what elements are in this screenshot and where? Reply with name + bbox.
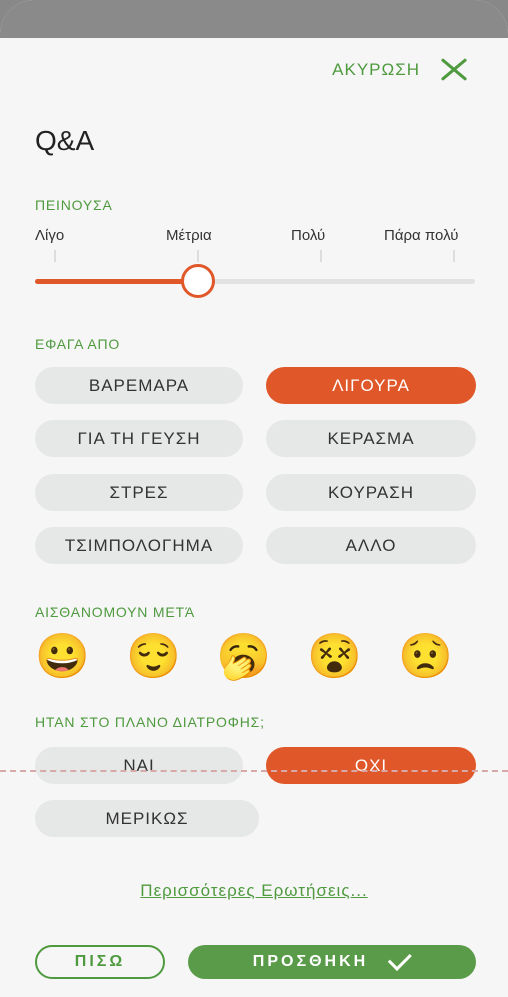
option-label: ΣΤΡΕΣ (109, 482, 169, 502)
option-label: ΟΧΙ (354, 755, 388, 775)
close-icon (440, 58, 468, 82)
option-label: ΓΙΑ ΤΗ ΓΕΥΣΗ (77, 428, 201, 448)
option-stress[interactable]: ΣΤΡΕΣ (35, 474, 243, 511)
back-label: ΠΙΣΩ (74, 953, 126, 970)
feeling-label: ΑΙΣΘΑΝΟΜΟΥΝ ΜΕΤΆ (35, 604, 195, 620)
scale-label-much: Πολύ (291, 227, 326, 244)
top-band (0, 0, 508, 38)
hunger-label: ΠΕΙΝΟΥΣΑ (35, 197, 113, 213)
hunger-slider-handle[interactable] (180, 264, 215, 298)
scale-tick (54, 250, 56, 262)
option-label: ΜΕΡΙΚΩΣ (105, 808, 189, 828)
add-label: ΠΡΟΣΘΗΚΗ (252, 953, 369, 970)
option-label: ΚΕΡΑΣΜΑ (327, 428, 415, 448)
option-partially[interactable]: ΜΕΡΙΚΩΣ (35, 800, 259, 837)
add-button[interactable]: ΠΡΟΣΘΗΚΗ (188, 945, 476, 979)
option-taste[interactable]: ΓΙΑ ΤΗ ΓΕΥΣΗ (35, 420, 243, 457)
back-button[interactable]: ΠΙΣΩ (35, 945, 165, 979)
option-label: ΒΑΡΕΜΑΡΑ (88, 375, 190, 395)
option-other[interactable]: ΑΛΛΟ (266, 527, 476, 564)
option-label: ΤΣΙΜΠΟΛΟΓΗΜΑ (64, 535, 214, 555)
scale-tick (453, 250, 455, 262)
more-questions-link[interactable]: Περισσότερες Ερωτήσεις... (0, 881, 508, 901)
option-label: ΛΙΓΟΥΡΑ (332, 375, 410, 395)
dizzy-face-icon[interactable]: 😵 (307, 630, 362, 684)
option-yes[interactable]: ΝΑΙ (35, 747, 243, 784)
hunger-slider-fill (35, 279, 198, 284)
option-label: ΑΛΛΟ (345, 535, 397, 555)
dashed-divider (0, 770, 508, 772)
worried-face-icon[interactable]: 😟 (398, 630, 453, 684)
option-snacking[interactable]: ΤΣΙΜΠΟΛΟΓΗΜΑ (35, 527, 243, 564)
cancel-button[interactable]: ΑΚΥΡΩΣΗ (332, 58, 468, 82)
option-label: ΝΑΙ (123, 755, 155, 775)
diet-plan-label: ΗΤΑΝ ΣΤΟ ΠΛΑΝΟ ΔΙΑΤΡΟΦΗΣ; (35, 714, 265, 730)
cancel-label: ΑΚΥΡΩΣΗ (332, 60, 420, 79)
option-label: ΚΟΥΡΑΣΗ (327, 482, 415, 502)
page-title: Q&A (35, 125, 95, 156)
grinning-face-icon[interactable]: 😀 (35, 630, 90, 684)
scale-label-little: Λίγο (35, 227, 65, 244)
scale-label-very-much: Πάρα πολύ (384, 227, 459, 244)
option-tiredness[interactable]: ΚΟΥΡΑΣΗ (266, 474, 476, 511)
qa-sheet: ΑΚΥΡΩΣΗ Q&A ΠΕΙΝΟΥΣΑ Λίγο Μέτρια Πολύ Πά… (0, 0, 508, 997)
option-no[interactable]: ΟΧΙ (266, 747, 476, 784)
yawning-face-icon[interactable]: 🥱 (216, 630, 271, 684)
scale-tick (197, 250, 199, 262)
option-craving[interactable]: ΛΙΓΟΥΡΑ (266, 367, 476, 404)
option-boredom[interactable]: ΒΑΡΕΜΑΡΑ (35, 367, 243, 404)
ate-from-label: ΕΦΑΓΑ ΑΠΟ (35, 336, 121, 352)
scale-tick (320, 250, 322, 262)
relieved-face-icon[interactable]: 😌 (126, 630, 181, 684)
option-treat[interactable]: ΚΕΡΑΣΜΑ (266, 420, 476, 457)
scale-label-medium: Μέτρια (166, 227, 212, 244)
check-icon (387, 946, 413, 971)
